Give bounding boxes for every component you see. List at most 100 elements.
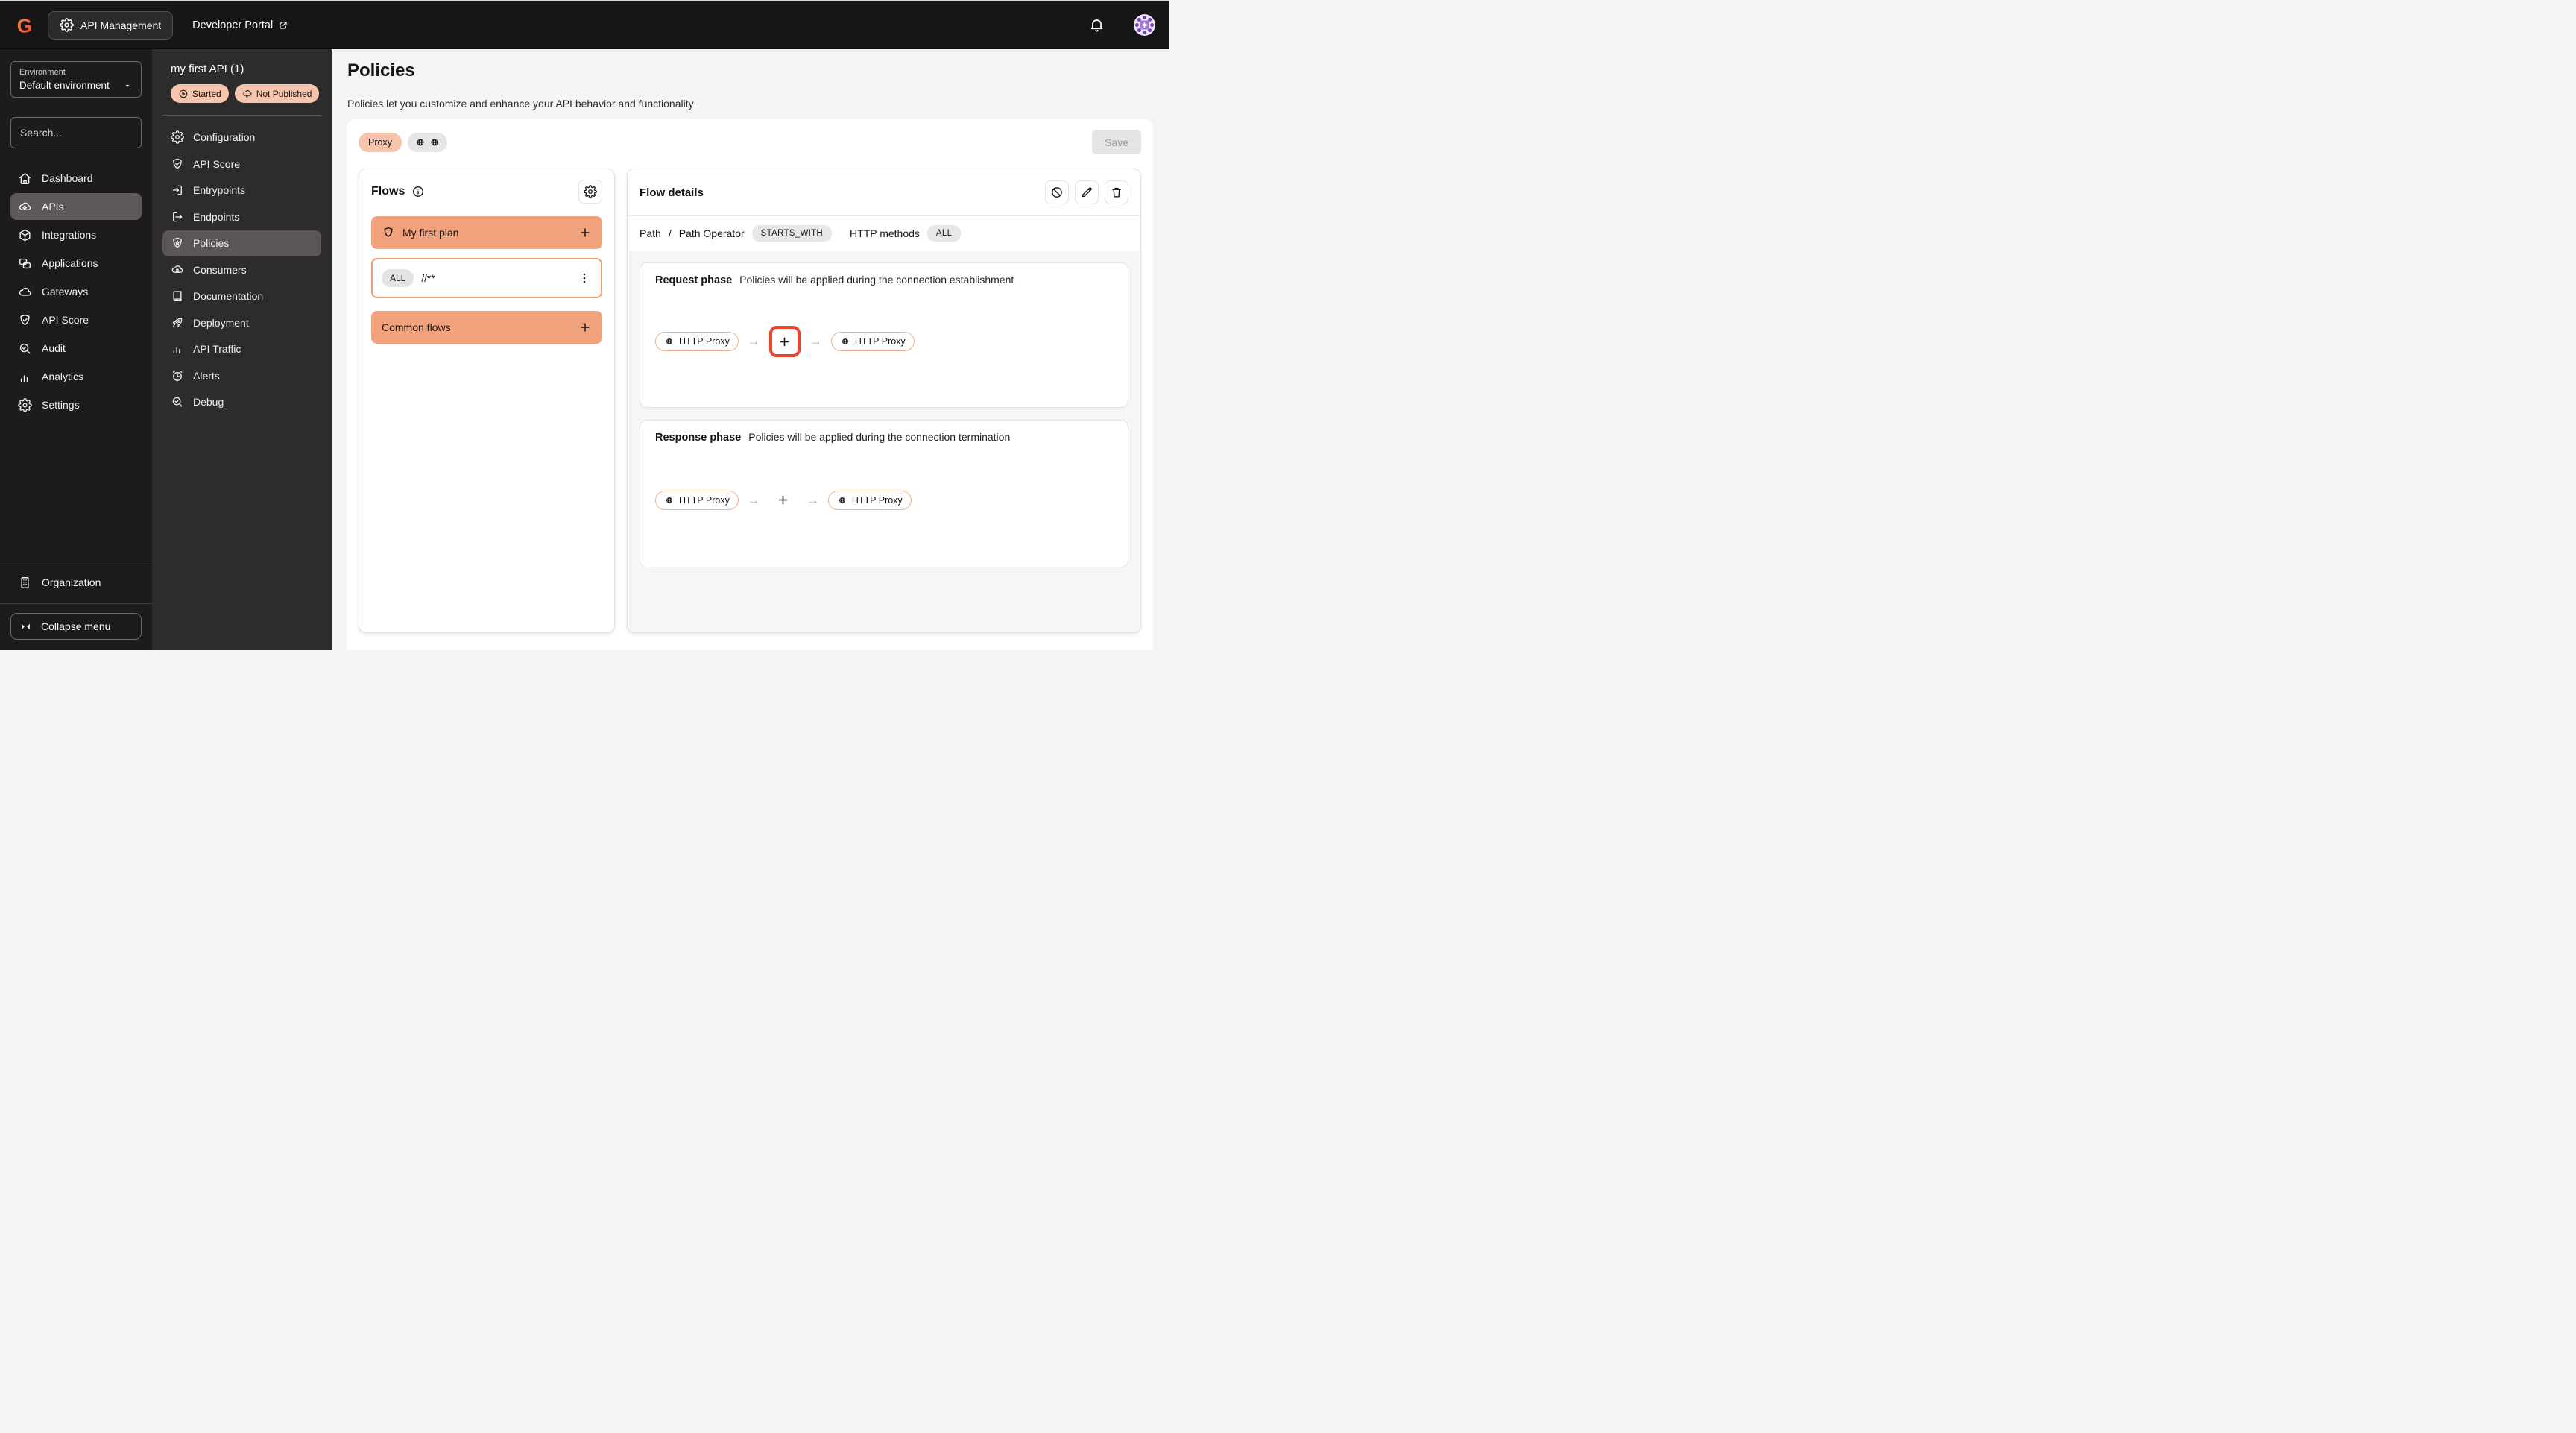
developer-portal-label: Developer Portal — [192, 19, 274, 31]
sidebar-item-dashboard[interactable]: Dashboard — [10, 165, 142, 192]
sidebar-item-settings[interactable]: Settings — [10, 391, 142, 418]
cube-icon — [18, 228, 32, 242]
api-menu-item-deployment[interactable]: Deployment — [162, 310, 321, 336]
api-menu-label: Entrypoints — [193, 184, 246, 197]
flow-arrow: → — [809, 334, 822, 348]
common-flows-group[interactable]: Common flows — [371, 311, 602, 344]
flow-details-panel: Flow details Path / Path Operator STARTS… — [627, 169, 1141, 633]
add-flow-icon[interactable] — [578, 226, 592, 239]
primary-nav: Dashboard APIs Integrations Applications… — [10, 165, 142, 418]
delete-flow-button[interactable] — [1105, 180, 1128, 204]
developer-portal-link[interactable]: Developer Portal — [192, 19, 288, 31]
proxy-filter-chip[interactable]: Proxy — [359, 132, 402, 152]
add-flow-icon[interactable] — [578, 321, 592, 334]
flows-settings-button[interactable] — [578, 180, 602, 204]
info-icon[interactable] — [411, 185, 425, 198]
flow-arrow: → — [806, 492, 819, 507]
sidebar-item-apis[interactable]: APIs — [10, 193, 142, 220]
rocket-icon — [171, 316, 184, 330]
flows-panel: Flows My first plan ALL //** Common flow… — [359, 169, 615, 633]
plan-group-label: My first plan — [402, 227, 459, 239]
response-start-connector[interactable]: HTTP Proxy — [655, 490, 739, 510]
divider — [162, 115, 321, 116]
sidebar-search[interactable] — [10, 117, 173, 148]
arrow-out-of-box-icon — [171, 210, 184, 224]
divider — [0, 603, 152, 604]
pencil-icon — [1080, 186, 1093, 199]
plus-icon — [777, 335, 792, 349]
app-switcher-api-management[interactable]: API Management — [48, 10, 174, 40]
disable-flow-button[interactable] — [1045, 180, 1069, 204]
http-methods-label: HTTP methods — [850, 227, 920, 239]
chevron-down-icon — [122, 81, 133, 91]
path-label: Path — [640, 227, 661, 239]
api-menu-item-endpoints[interactable]: Endpoints — [162, 204, 321, 230]
api-menu-item-entrypoints[interactable]: Entrypoints — [162, 177, 321, 204]
connector-label: HTTP Proxy — [851, 494, 903, 506]
request-end-connector[interactable]: HTTP Proxy — [830, 332, 915, 351]
response-phase-card: Response phase Policies will be applied … — [640, 420, 1128, 567]
main-content: Policies Policies let you customize and … — [332, 49, 1169, 650]
connector-label: HTTP Proxy — [854, 336, 906, 347]
policies-card: Proxy Save Flows My first plan ALL //** … — [347, 119, 1153, 650]
proxy-chip-label: Proxy — [368, 136, 392, 148]
request-start-connector[interactable]: HTTP Proxy — [655, 332, 739, 351]
path-operator-chip: STARTS_WITH — [751, 225, 833, 242]
api-menu-item-api-score[interactable]: API Score — [162, 151, 321, 177]
sidebar-item-integrations[interactable]: Integrations — [10, 221, 142, 248]
add-policy-button-response[interactable] — [769, 486, 798, 514]
cloud-user-icon — [171, 263, 184, 277]
status-badge-started: Started — [171, 84, 229, 103]
magnifier-check-icon — [18, 341, 32, 356]
sidebar-item-analytics[interactable]: Analytics — [10, 363, 142, 390]
flows-title: Flows — [371, 185, 405, 198]
sidebar-item-applications[interactable]: Applications — [10, 250, 142, 277]
globes-filter-chip[interactable] — [407, 132, 447, 152]
plan-group-my-first-plan[interactable]: My first plan — [371, 216, 602, 249]
gravitee-logo[interactable]: G — [13, 13, 36, 37]
sidebar-item-label: Audit — [42, 342, 66, 354]
gear-icon — [60, 18, 74, 32]
api-menu-item-consumers[interactable]: Consumers — [162, 257, 321, 283]
api-menu-item-configuration[interactable]: Configuration — [162, 125, 321, 151]
environment-selector[interactable]: Environment Default environment — [10, 61, 142, 98]
api-menu-item-policies[interactable]: Policies — [162, 230, 321, 256]
flow-arrow: → — [747, 492, 760, 507]
sidebar-item-audit[interactable]: Audit — [10, 335, 142, 362]
edit-flow-button[interactable] — [1075, 180, 1099, 204]
sidebar-item-label: Gateways — [42, 286, 89, 297]
user-avatar[interactable] — [1134, 14, 1155, 36]
building-icon — [18, 576, 32, 590]
kebab-menu-icon[interactable] — [577, 271, 592, 286]
notifications-bell-icon[interactable] — [1088, 16, 1105, 34]
response-end-connector[interactable]: HTTP Proxy — [827, 490, 912, 510]
api-menu-item-debug[interactable]: Debug — [162, 389, 321, 415]
shield-check-icon — [18, 313, 32, 327]
flow-row-selected[interactable]: ALL //** — [371, 258, 602, 298]
api-menu-item-api-traffic[interactable]: API Traffic — [162, 336, 321, 362]
sidebar-item-label: Settings — [42, 399, 80, 411]
sidebar-item-gateways[interactable]: Gateways — [10, 278, 142, 305]
sidebar-item-label: API Score — [42, 314, 89, 326]
sidebar-item-label: Applications — [42, 257, 98, 269]
add-policy-button-request-highlighted[interactable] — [768, 326, 801, 357]
api-menu-label: Configuration — [193, 131, 256, 144]
book-icon — [171, 289, 184, 303]
sidebar-item-api-score[interactable]: API Score — [10, 306, 142, 333]
bar-chart-icon — [18, 370, 32, 384]
globe-icon — [429, 136, 441, 148]
arrow-into-box-icon — [171, 183, 184, 197]
search-input[interactable] — [20, 127, 155, 139]
api-menu-item-documentation[interactable]: Documentation — [162, 283, 321, 309]
api-menu: Configuration API Score Entrypoints Endp… — [162, 125, 321, 415]
save-button[interactable]: Save — [1092, 130, 1141, 154]
plus-icon — [776, 493, 790, 507]
sidebar-item-organization[interactable]: Organization — [10, 569, 142, 596]
common-flows-label: Common flows — [382, 321, 451, 333]
request-phase-title: Request phase — [655, 274, 733, 286]
collapse-menu-button[interactable]: Collapse menu — [10, 613, 142, 640]
page-description: Policies let you customize and enhance y… — [347, 98, 694, 110]
sidebar-item-label: Organization — [42, 576, 101, 588]
api-menu-item-alerts[interactable]: Alerts — [162, 363, 321, 389]
shield-icon — [382, 226, 395, 239]
